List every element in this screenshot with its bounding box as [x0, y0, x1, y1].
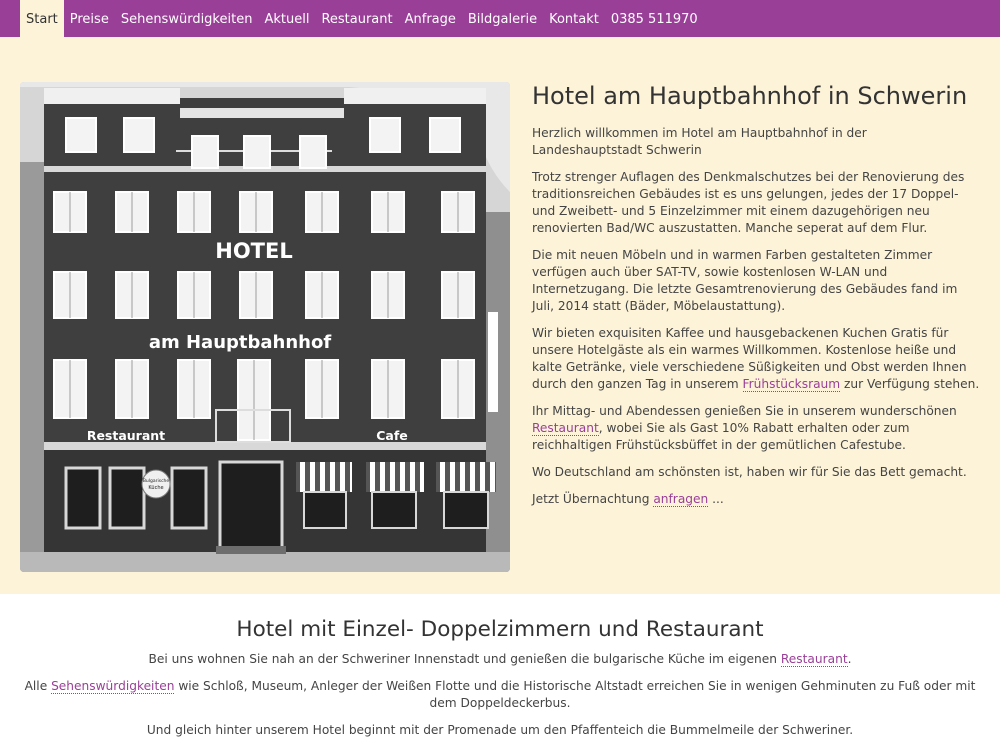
- sign-kueche: Küche: [148, 485, 163, 491]
- info-sehenswuerdigkeiten-link[interactable]: Sehenswürdigkeiten: [51, 679, 175, 694]
- sign-bulgarische: Bulgarische: [143, 478, 170, 484]
- nav-item-aktuell[interactable]: Aktuell: [258, 0, 315, 37]
- info-restaurant-link[interactable]: Restaurant: [780, 652, 848, 667]
- nav-item-phone[interactable]: 0385 511970: [605, 0, 704, 37]
- request-text-after: ...: [708, 492, 724, 506]
- sign-cafe: Cafe: [376, 428, 408, 443]
- page-title: Hotel am Hauptbahnhof in Schwerin: [532, 82, 968, 110]
- nav-item-preise[interactable]: Preise: [64, 0, 115, 37]
- nav-link-phone[interactable]: 0385 511970: [605, 0, 704, 37]
- nav-item-start[interactable]: Start: [20, 0, 64, 37]
- fruehstuecksraum-link[interactable]: Frühstücksraum: [742, 377, 841, 392]
- hero-text-column: Hotel am Hauptbahnhof in Schwerin Herzli…: [532, 79, 980, 518]
- sign-hotel: HOTEL: [215, 239, 292, 263]
- nav-link-restaurant[interactable]: Restaurant: [315, 0, 398, 37]
- restaurant-text-before: Ihr Mittag- und Abendessen genießen Sie …: [532, 404, 957, 418]
- info-city-text-before: Bei uns wohnen Sie nah an der Schweriner…: [148, 652, 781, 666]
- info-paragraph-promenade: Und gleich hinter unserem Hotel beginnt …: [146, 723, 854, 737]
- nav-item-anfrage[interactable]: Anfrage: [399, 0, 462, 37]
- rooms-paragraph: Die mit neuen Möbeln und in warmen Farbe…: [532, 248, 958, 313]
- main-navigation: Start Preise Sehenswürdigkeiten Aktuell …: [0, 0, 1000, 37]
- nav-item-bildgalerie[interactable]: Bildgalerie: [462, 0, 543, 37]
- sign-restaurant: Restaurant: [87, 428, 165, 443]
- nav-link-start[interactable]: Start: [20, 0, 64, 37]
- hotel-building-image: HOTEL am Hauptbahnhof Restaurant Cafe Bu…: [20, 82, 510, 572]
- info-paragraph-sights: Alle Sehenswürdigkeiten wie Schloß, Muse…: [20, 678, 980, 712]
- info-sights-text-after: wie Schloß, Museum, Anleger der Weißen F…: [174, 679, 976, 710]
- hotel-photo: HOTEL am Hauptbahnhof Restaurant Cafe Bu…: [20, 82, 510, 572]
- info-title: Hotel mit Einzel- Doppelzimmern und Rest…: [236, 617, 764, 642]
- nav-item-restaurant[interactable]: Restaurant: [315, 0, 398, 37]
- welcome-paragraph: Herzlich willkommen im Hotel am Hauptbah…: [532, 126, 867, 157]
- sign-am-hauptbahnhof: am Hauptbahnhof: [149, 332, 332, 353]
- nav-link-anfrage[interactable]: Anfrage: [399, 0, 462, 37]
- nav-item-sehenswuerdigkeiten[interactable]: Sehenswürdigkeiten: [115, 0, 259, 37]
- anfragen-link[interactable]: anfragen: [653, 492, 709, 507]
- request-text-before: Jetzt Übernachtung: [532, 492, 654, 506]
- slogan-paragraph: Wo Deutschland am schönsten ist, haben w…: [532, 465, 967, 479]
- nav-item-kontakt[interactable]: Kontakt: [543, 0, 605, 37]
- info-paragraph-city: Bei uns wohnen Sie nah an der Schweriner…: [20, 651, 980, 668]
- info-sights-text-before: Alle: [24, 679, 52, 693]
- nav-link-sehenswuerdigkeiten[interactable]: Sehenswürdigkeiten: [115, 0, 259, 37]
- restaurant-link[interactable]: Restaurant: [532, 421, 599, 436]
- renovation-paragraph: Trotz strenger Auflagen des Denkmalschut…: [532, 170, 965, 235]
- restaurant-paragraph: Ihr Mittag- und Abendessen genießen Sie …: [532, 403, 980, 454]
- breakfast-paragraph: Wir bieten exquisiten Kaffee und hausgeb…: [532, 325, 980, 393]
- hero-section: HOTEL am Hauptbahnhof Restaurant Cafe Bu…: [0, 37, 1000, 594]
- nav-link-kontakt[interactable]: Kontakt: [543, 0, 605, 37]
- breakfast-text-after: zur Verfügung stehen.: [840, 377, 980, 391]
- info-section: Hotel mit Einzel- Doppelzimmern und Rest…: [0, 594, 1000, 750]
- request-paragraph: Jetzt Übernachtung anfragen ...: [532, 491, 980, 508]
- nav-link-bildgalerie[interactable]: Bildgalerie: [462, 0, 543, 37]
- nav-link-aktuell[interactable]: Aktuell: [258, 0, 315, 37]
- info-city-text-after: .: [847, 652, 852, 666]
- nav-link-preise[interactable]: Preise: [64, 0, 115, 37]
